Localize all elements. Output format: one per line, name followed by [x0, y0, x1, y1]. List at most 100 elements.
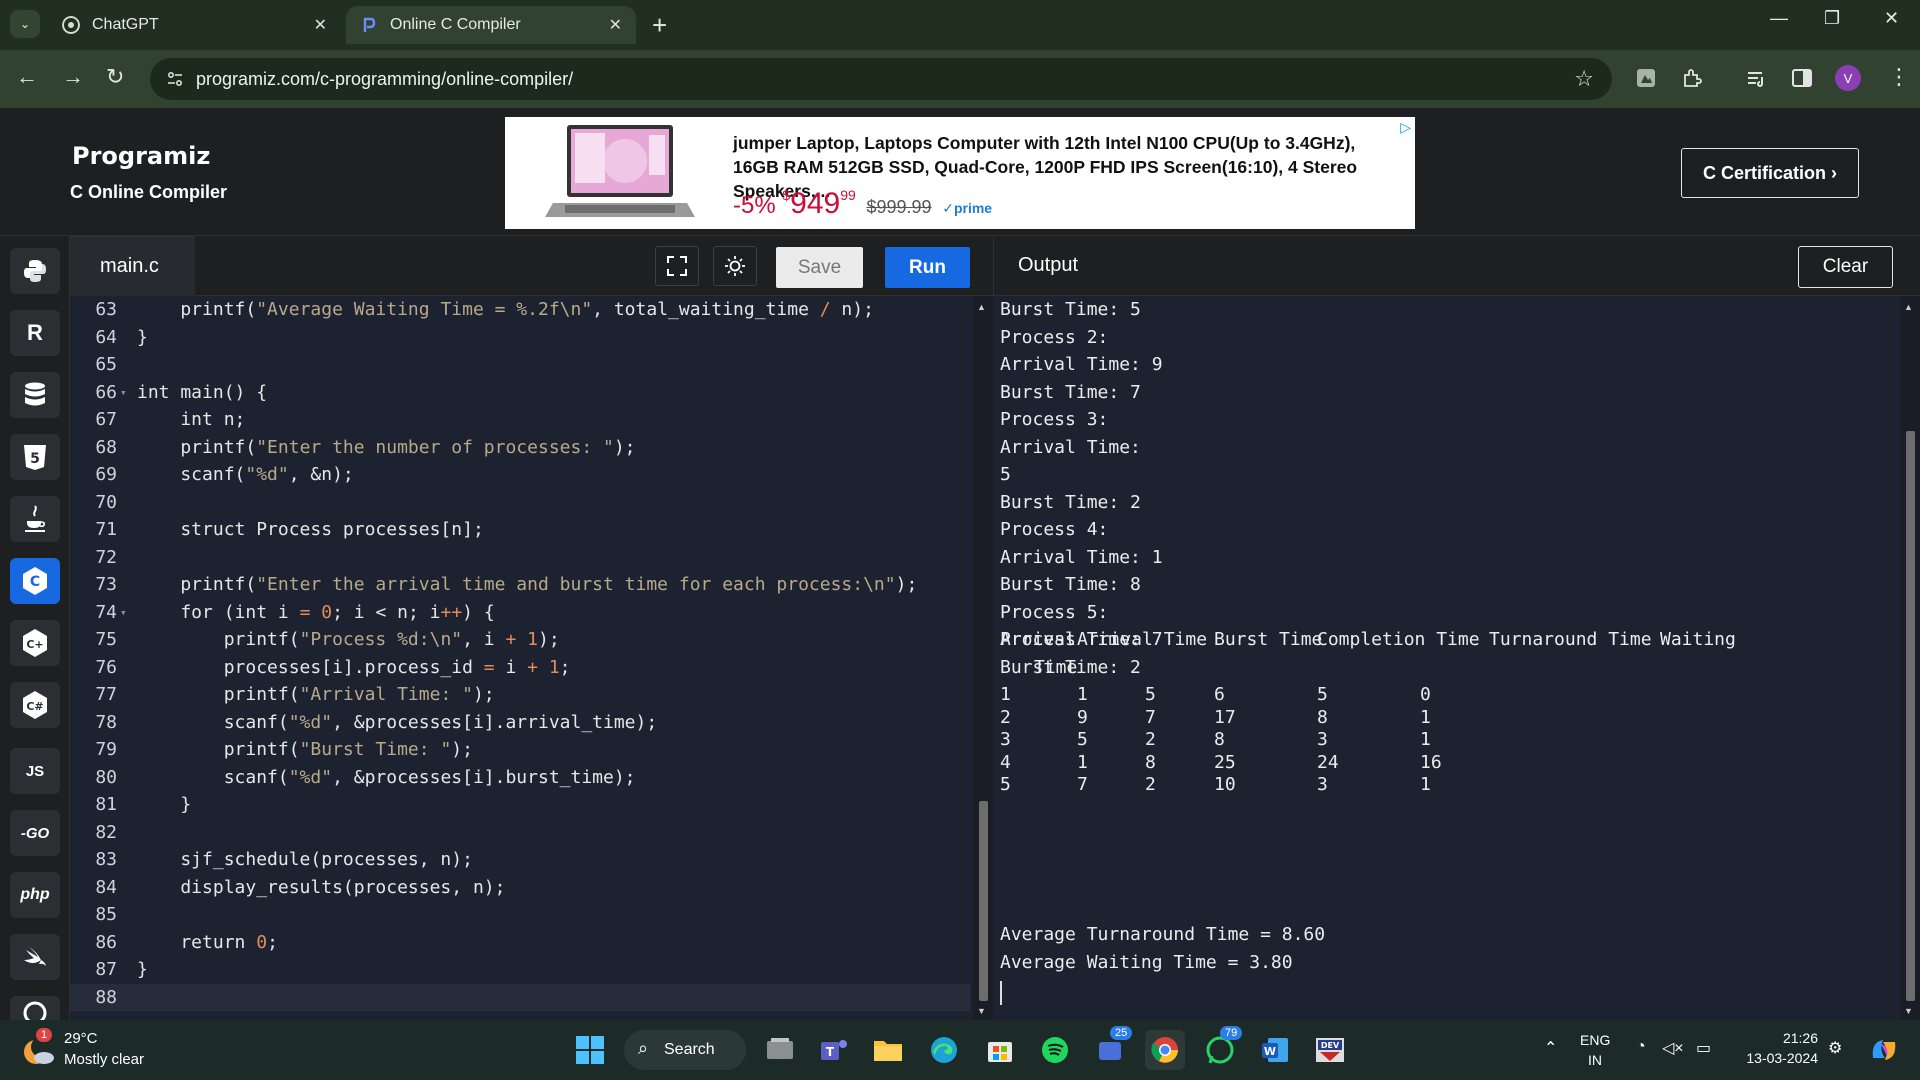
python-icon[interactable]: [10, 248, 60, 294]
task-view-icon[interactable]: [760, 1030, 800, 1070]
r-icon[interactable]: R: [10, 310, 60, 356]
code-line[interactable]: 65: [70, 351, 970, 379]
microsoft-store-icon[interactable]: [980, 1030, 1020, 1070]
tab-search-dropdown-icon[interactable]: ⌄: [10, 10, 40, 38]
code-line[interactable]: 85: [70, 901, 970, 929]
minimize-icon[interactable]: —: [1770, 8, 1788, 29]
teams-chat-icon[interactable]: 25: [1090, 1026, 1133, 1070]
reading-list-icon[interactable]: [1745, 66, 1769, 90]
code-line[interactable]: 76 processes[i].process_id = i + 1;: [70, 654, 970, 682]
clear-button[interactable]: Clear: [1798, 246, 1893, 288]
code-line[interactable]: 78 scanf("%d", &processes[i].arrival_tim…: [70, 709, 970, 737]
weather-widget[interactable]: 1: [22, 1028, 56, 1066]
word-icon[interactable]: W: [1255, 1030, 1295, 1070]
fold-arrow-icon[interactable]: ▾: [120, 379, 127, 407]
reload-icon[interactable]: ↻: [106, 64, 124, 90]
file-explorer-icon[interactable]: [868, 1030, 908, 1070]
extension-screenshot-icon[interactable]: [1634, 66, 1658, 90]
browser-menu-icon[interactable]: ⋮: [1888, 64, 1910, 90]
code-line[interactable]: 68 printf("Enter the number of processes…: [70, 434, 970, 462]
code-line[interactable]: 73 printf("Enter the arrival time and bu…: [70, 571, 970, 599]
swift-icon[interactable]: [10, 934, 60, 980]
sql-icon[interactable]: [10, 372, 60, 418]
profile-avatar[interactable]: V: [1835, 65, 1861, 91]
code-line[interactable]: 82: [70, 819, 970, 847]
js-icon[interactable]: JS: [10, 748, 60, 794]
devcpp-icon[interactable]: DEV: [1310, 1030, 1350, 1070]
side-panel-icon[interactable]: [1790, 66, 1814, 90]
whatsapp-icon[interactable]: 79: [1200, 1026, 1243, 1070]
code-line[interactable]: 87}: [70, 956, 970, 984]
new-tab-button[interactable]: +: [652, 10, 667, 40]
spotify-icon[interactable]: [1035, 1030, 1075, 1070]
close-tab-icon[interactable]: ✕: [609, 15, 622, 35]
address-bar[interactable]: programiz.com/c-programming/online-compi…: [150, 58, 1612, 100]
close-tab-icon[interactable]: ✕: [314, 15, 327, 35]
chrome-icon[interactable]: [1145, 1030, 1185, 1070]
copilot-icon[interactable]: [1864, 1030, 1904, 1070]
php-icon[interactable]: php: [10, 872, 60, 918]
forward-arrow-icon[interactable]: →: [62, 64, 84, 90]
adchoices-icon[interactable]: ▷: [1400, 119, 1411, 136]
code-line[interactable]: 63 printf("Average Waiting Time = %.2f\n…: [70, 296, 970, 324]
programiz-logo[interactable]: Programiz: [72, 142, 210, 170]
show-hidden-icons-chevron-icon[interactable]: ⌃: [1544, 1038, 1557, 1058]
go-icon[interactable]: -GO: [10, 810, 60, 856]
scroll-down-icon[interactable]: ▼: [977, 1006, 986, 1016]
code-line[interactable]: 80 scanf("%d", &processes[i].burst_time)…: [70, 764, 970, 792]
clock-time[interactable]: 21:26: [1738, 1030, 1818, 1046]
input-language-top[interactable]: ENG: [1580, 1032, 1610, 1048]
editor-scroll-thumb[interactable]: [979, 801, 988, 1001]
clock-date[interactable]: 13-03-2024: [1738, 1050, 1818, 1066]
scroll-up-icon[interactable]: ▲: [977, 302, 986, 312]
java-icon[interactable]: [10, 496, 60, 542]
code-line[interactable]: 84 display_results(processes, n);: [70, 874, 970, 902]
code-line[interactable]: 77 printf("Arrival Time: ");: [70, 681, 970, 709]
focus-settings-icon[interactable]: ⚙: [1828, 1038, 1842, 1058]
cpp-icon[interactable]: C+: [10, 620, 60, 666]
run-button[interactable]: Run: [885, 247, 970, 288]
input-language-bottom[interactable]: IN: [1588, 1052, 1602, 1068]
code-line[interactable]: 64}: [70, 324, 970, 352]
site-info-icon[interactable]: [166, 70, 184, 88]
output-scroll-thumb[interactable]: [1906, 431, 1915, 1001]
code-line[interactable]: 67 int n;: [70, 406, 970, 434]
code-line[interactable]: 75 printf("Process %d:\n", i + 1);: [70, 626, 970, 654]
code-line[interactable]: 88: [70, 983, 970, 1011]
volume-muted-icon[interactable]: ◁×: [1662, 1038, 1684, 1058]
windows-start-icon[interactable]: [570, 1030, 610, 1070]
scroll-up-icon[interactable]: ▲: [1904, 302, 1913, 312]
editor-scrollbar[interactable]: ▲ ▼: [973, 296, 993, 1020]
edge-browser-icon[interactable]: [924, 1030, 964, 1070]
output-scrollbar[interactable]: ▲ ▼: [1900, 296, 1920, 1020]
code-line[interactable]: 69 scanf("%d", &n);: [70, 461, 970, 489]
tab-chatgpt[interactable]: ChatGPT ✕: [48, 6, 341, 44]
battery-icon[interactable]: ▭: [1696, 1038, 1711, 1058]
html-icon[interactable]: 5: [10, 434, 60, 480]
fullscreen-icon[interactable]: [655, 246, 699, 286]
tab-online-c-compiler[interactable]: Online C Compiler ✕: [346, 6, 636, 44]
code-line[interactable]: 83 sjf_schedule(processes, n);: [70, 846, 970, 874]
output-console[interactable]: Burst Time: 5 Process 2: Arrival Time: 9 Bu…: [993, 296, 1920, 1020]
taskbar-search[interactable]: ⌕ Search: [624, 1030, 746, 1070]
fold-arrow-icon[interactable]: ▾: [120, 599, 127, 627]
code-line[interactable]: 74 ▾ for (int i = 0; i < n; i++) {: [70, 599, 970, 627]
teams-icon[interactable]: T: [814, 1030, 854, 1070]
code-line[interactable]: 66 ▾ int main() {: [70, 379, 970, 407]
code-line[interactable]: 70: [70, 489, 970, 517]
back-arrow-icon[interactable]: ←: [16, 64, 38, 90]
code-line[interactable]: 79 printf("Burst Time: ");: [70, 736, 970, 764]
c-certification-button[interactable]: C Certification ›: [1681, 148, 1859, 198]
bookmark-star-icon[interactable]: ☆: [1574, 66, 1594, 92]
theme-toggle-icon[interactable]: [713, 246, 757, 286]
advertisement-banner[interactable]: jumper Laptop, Laptops Computer with 12t…: [505, 117, 1415, 229]
file-tab-main-c[interactable]: main.c: [70, 236, 195, 296]
c-icon[interactable]: C: [10, 558, 60, 604]
code-editor[interactable]: 63 printf("Average Waiting Time = %.2f\n…: [70, 296, 993, 1020]
wifi-icon[interactable]: ◔: [1636, 1038, 1646, 1056]
csharp-icon[interactable]: C#: [10, 682, 60, 728]
save-button[interactable]: Save: [776, 247, 863, 288]
code-line[interactable]: 81 }: [70, 791, 970, 819]
rust-icon[interactable]: [10, 996, 60, 1020]
code-line[interactable]: 72: [70, 544, 970, 572]
